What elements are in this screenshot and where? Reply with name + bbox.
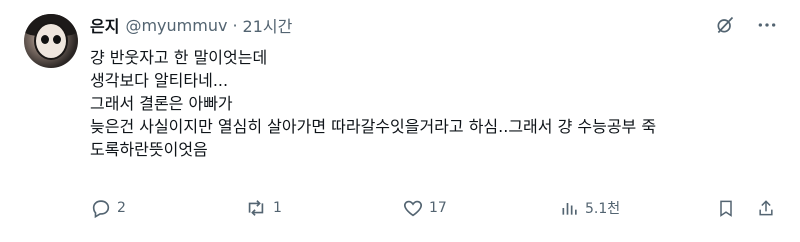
tweet-text: 걍 반웃자고 한 말이엇는데 생각보다 알티타네... 그래서 결론은 아빠가 …: [90, 46, 780, 161]
retweet-icon: [248, 200, 264, 216]
share-icon: [759, 200, 773, 216]
reply-icon: [92, 200, 110, 219]
retweet-count: 1: [273, 200, 282, 216]
tweet-line: 도록하란뜻이엇음: [90, 140, 208, 159]
like-button[interactable]: 17: [402, 196, 447, 220]
more-icon[interactable]: [756, 14, 778, 36]
tweet-line: 그래서 결론은 아빠가: [90, 94, 233, 113]
grok-icon[interactable]: [714, 14, 736, 36]
post-time[interactable]: 21시간: [243, 13, 293, 37]
reply-button[interactable]: 2: [90, 196, 126, 220]
separator-dot: ·: [232, 15, 238, 35]
avatar[interactable]: [24, 14, 78, 68]
avatar-eye: [53, 35, 61, 44]
author-name[interactable]: 은지: [90, 13, 119, 37]
tweet-card[interactable]: 은지 @myummuv · 21시간 걍 반웃자고 한 말이엇는데 생각보다 알…: [0, 0, 800, 242]
like-count: 17: [429, 200, 447, 216]
retweet-button[interactable]: 1: [244, 196, 282, 220]
author-handle[interactable]: @myummuv: [125, 16, 227, 35]
top-icons: [714, 14, 778, 36]
bookmark-icon: [720, 200, 732, 217]
tweet-line: 늦은건 사실이지만 열심히 살아가면 따라갈수잇을거라고 하심..그래서 걍 수…: [90, 117, 657, 136]
reply-count: 2: [117, 200, 126, 216]
action-bar: 2 1 17 5.1천: [90, 196, 780, 220]
views-count: 5.1천: [585, 201, 621, 217]
heart-icon: [404, 200, 422, 217]
tweet-line: 생각보다 알티타네...: [90, 71, 229, 90]
avatar-face: [34, 22, 68, 60]
tweet-header: 은지 @myummuv · 21시간: [90, 13, 293, 37]
tweet-line: 걍 반웃자고 한 말이엇는데: [90, 48, 268, 67]
views-button[interactable]: 5.1천: [560, 196, 620, 220]
views-icon: [562, 203, 577, 215]
bookmark-button[interactable]: [716, 196, 736, 220]
share-button[interactable]: [756, 196, 776, 220]
avatar-eye: [41, 35, 49, 44]
